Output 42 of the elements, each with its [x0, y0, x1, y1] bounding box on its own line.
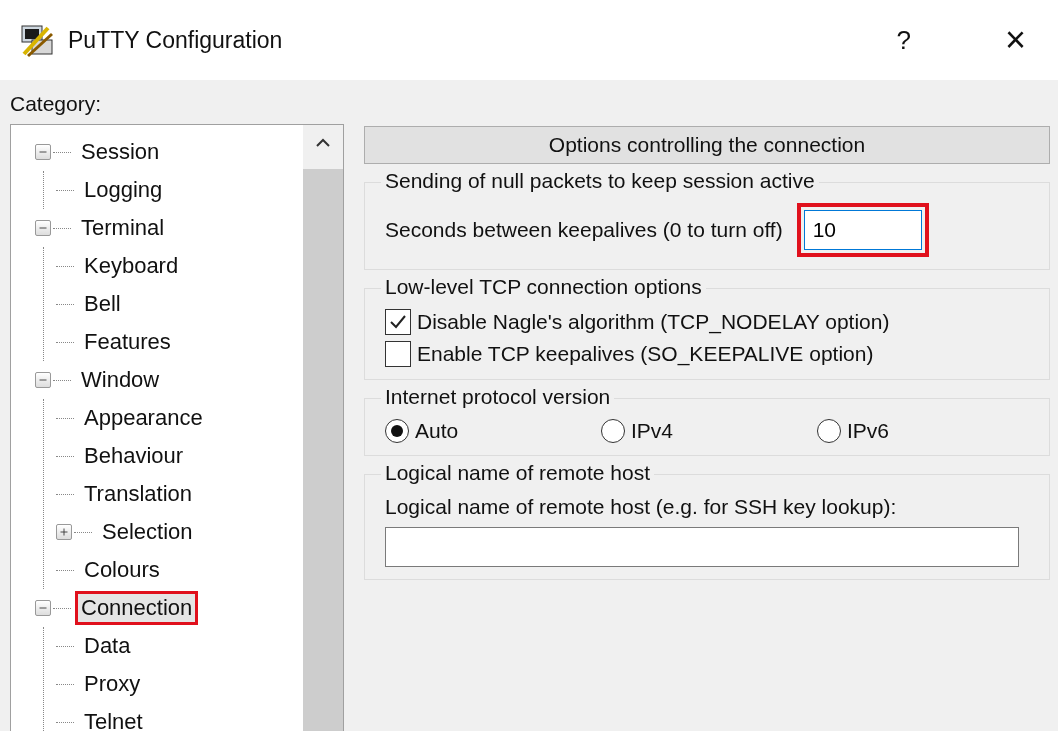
field-label: Seconds between keepalives (0 to turn off) — [385, 218, 783, 242]
tree-item[interactable]: Proxy — [78, 667, 147, 701]
tree-item[interactable]: Session — [75, 135, 166, 169]
tree-item[interactable]: Translation — [78, 477, 198, 511]
field-label: Logical name of remote host (e.g. for SSH key lookup): — [385, 495, 898, 519]
category-label: Category: — [10, 92, 103, 116]
tree-item[interactable]: Telnet — [78, 705, 149, 731]
checkbox[interactable] — [385, 309, 411, 335]
radio-label[interactable]: IPv6 — [847, 419, 890, 443]
expand-icon[interactable] — [56, 524, 72, 540]
tree-item[interactable]: Connection — [75, 591, 199, 625]
radio-button[interactable] — [601, 419, 625, 443]
radio-button[interactable] — [817, 419, 841, 443]
close-button[interactable]: × — [992, 19, 1038, 61]
tree-item[interactable]: Features — [78, 325, 177, 359]
tree-item[interactable]: Window — [75, 363, 166, 397]
tree-item[interactable]: Data — [78, 629, 137, 663]
tree-item[interactable]: Logging — [78, 173, 169, 207]
collapse-icon[interactable] — [35, 144, 51, 160]
tree-item[interactable]: Terminal — [75, 211, 171, 245]
window-title: PuTTY Configuration — [68, 26, 284, 54]
help-button[interactable]: ? — [884, 24, 923, 56]
collapse-icon[interactable] — [35, 600, 51, 616]
tree-item[interactable]: Keyboard — [78, 249, 185, 283]
section-header: Options controlling the connection — [364, 126, 1050, 164]
checkbox-label[interactable]: Disable Nagle's algorithm (TCP_NODELAY option) — [417, 310, 890, 334]
collapse-icon[interactable] — [35, 220, 51, 236]
radio-button[interactable] — [385, 419, 409, 443]
scrollbar[interactable] — [303, 125, 343, 731]
tree-item[interactable]: Behaviour — [78, 439, 190, 473]
radio-label[interactable]: Auto — [415, 419, 459, 443]
collapse-icon[interactable] — [35, 372, 51, 388]
radio-label[interactable]: IPv4 — [631, 419, 674, 443]
checkbox[interactable] — [385, 341, 411, 367]
tree-item[interactable]: Appearance — [78, 401, 209, 435]
tree-item[interactable]: Selection — [96, 515, 199, 549]
checkbox-label[interactable]: Enable TCP keepalives (SO_KEEPALIVE option) — [417, 342, 874, 366]
scroll-up-icon[interactable] — [315, 137, 331, 147]
tree-item[interactable]: Bell — [78, 287, 127, 321]
input-field[interactable]: 10 — [803, 210, 922, 250]
tree-item[interactable]: Colours — [78, 553, 166, 587]
input-field[interactable] — [385, 527, 1019, 567]
